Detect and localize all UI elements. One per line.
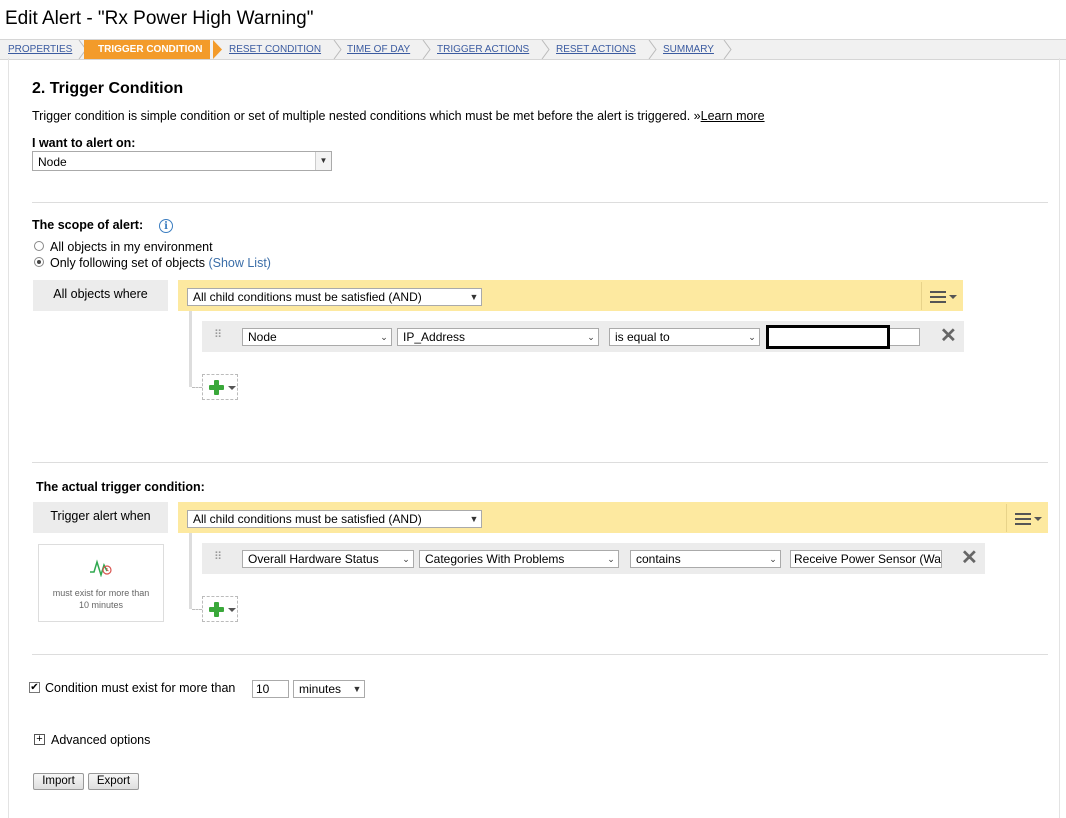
alert-on-select[interactable]: Node ▼ — [32, 151, 332, 171]
tree-branch — [192, 609, 202, 610]
duration-value-text: 10 — [256, 682, 270, 696]
trigger-operator-select[interactable]: contains ⌄ — [630, 550, 781, 568]
chevron-down-icon: ⌄ — [604, 551, 618, 567]
trigger-card-text: must exist for more than 10 minutes — [52, 588, 150, 610]
step-separator-icon — [333, 40, 342, 59]
alert-on-value: Node — [38, 155, 67, 169]
step-trigger-condition[interactable]: TRIGGER CONDITION — [84, 40, 211, 59]
scope-field-value: IP_Address — [403, 330, 466, 344]
chevron-down-icon — [228, 386, 236, 390]
step-reset-condition[interactable]: RESET CONDITION — [229, 40, 321, 59]
chevron-down-icon: ⌄ — [584, 329, 598, 345]
tree-branch — [192, 387, 202, 388]
trigger-entity-value: Overall Hardware Status — [248, 552, 379, 566]
chevron-down-icon: ▼ — [315, 152, 331, 170]
trigger-field-value: Categories With Problems — [425, 552, 565, 566]
close-icon[interactable]: ✕ — [961, 548, 978, 568]
menu-icon — [1015, 513, 1031, 528]
content-frame — [8, 58, 1060, 818]
close-icon[interactable]: ✕ — [940, 326, 957, 346]
chevron-down-icon — [228, 608, 236, 612]
drag-handle-icon[interactable]: ⠿ — [214, 330, 222, 341]
duration-label: Condition must exist for more than — [45, 681, 236, 695]
radio-all-objects-label: All objects in my environment — [50, 240, 213, 254]
step-separator-icon — [422, 40, 431, 59]
plus-icon — [209, 602, 224, 617]
scope-operator-value: is equal to — [615, 330, 670, 344]
divider — [32, 462, 1048, 463]
chevron-down-icon: ▼ — [467, 511, 481, 527]
trigger-group-menu-button[interactable] — [1006, 504, 1047, 532]
scope-operator-select[interactable]: is equal to ⌄ — [609, 328, 760, 346]
scope-field-select[interactable]: IP_Address ⌄ — [397, 328, 599, 346]
import-button[interactable]: Import — [33, 773, 84, 790]
plus-icon — [209, 380, 224, 395]
add-trigger-condition-button[interactable] — [202, 596, 238, 622]
trigger-summary-card: must exist for more than 10 minutes — [38, 544, 164, 622]
menu-icon — [930, 291, 946, 306]
scope-group-condition-select[interactable]: All child conditions must be satisfied (… — [187, 288, 482, 306]
duration-unit-select[interactable]: minutes ▼ — [293, 680, 365, 698]
chevron-down-icon: ▼ — [467, 289, 481, 305]
scope-group-menu-button[interactable] — [921, 282, 962, 310]
show-list-link[interactable]: (Show List) — [208, 256, 271, 270]
radio-following-set-text: Only following set of objects — [50, 256, 205, 270]
duration-value-input[interactable]: 10 — [252, 680, 289, 698]
alert-on-label: I want to alert on: — [32, 136, 136, 150]
chevron-down-icon: ⌄ — [745, 329, 759, 345]
scope-entity-select[interactable]: Node ⌄ — [242, 328, 392, 346]
tree-line — [189, 533, 192, 609]
wizard-steps: PROPERTIES TRIGGER CONDITION RESET CONDI… — [0, 39, 1066, 60]
description-text: Trigger condition is simple condition or… — [32, 109, 701, 123]
trigger-group-label: Trigger alert when — [33, 502, 168, 533]
trigger-field-select[interactable]: Categories With Problems ⌄ — [419, 550, 619, 568]
scope-entity-value: Node — [248, 330, 277, 344]
step-separator-icon — [648, 40, 657, 59]
radio-following-set[interactable] — [34, 257, 44, 267]
scope-group-label: All objects where — [33, 280, 168, 311]
scope-label: The scope of alert: — [32, 218, 144, 232]
info-icon[interactable]: i — [159, 219, 173, 233]
chevron-down-icon: ▼ — [350, 681, 364, 697]
trigger-entity-select[interactable]: Overall Hardware Status ⌄ — [242, 550, 414, 568]
learn-more-link[interactable]: Learn more — [701, 109, 765, 123]
step-time-of-day[interactable]: TIME OF DAY — [347, 40, 410, 59]
step-properties[interactable]: PROPERTIES — [8, 40, 72, 59]
chevron-down-icon — [1034, 517, 1042, 521]
section-title: 2. Trigger Condition — [32, 80, 184, 97]
section-description: Trigger condition is simple condition or… — [32, 109, 765, 123]
add-condition-button[interactable] — [202, 374, 238, 400]
scope-group-condition-value: All child conditions must be satisfied (… — [193, 290, 422, 304]
step-reset-actions[interactable]: RESET ACTIONS — [556, 40, 636, 59]
step-separator-icon — [723, 40, 732, 59]
drag-handle-icon[interactable]: ⠿ — [214, 552, 222, 563]
chevron-down-icon — [949, 295, 957, 299]
trigger-label: The actual trigger condition: — [36, 480, 205, 494]
page-title: Edit Alert - "Rx Power High Warning" — [5, 8, 314, 29]
trigger-group-condition-value: All child conditions must be satisfied (… — [193, 512, 422, 526]
trigger-value-text: Receive Power Sensor (Wa — [794, 552, 941, 566]
chevron-down-icon: ⌄ — [377, 329, 391, 345]
radio-all-objects[interactable] — [34, 241, 44, 251]
duration-checkbox[interactable]: ✔ — [29, 682, 40, 693]
chevron-down-icon: ⌄ — [399, 551, 413, 567]
chevron-down-icon: ⌄ — [766, 551, 780, 567]
tree-line — [189, 311, 192, 387]
export-button[interactable]: Export — [88, 773, 139, 790]
advanced-options-link[interactable]: Advanced options — [51, 733, 150, 747]
trigger-wave-icon — [90, 559, 112, 577]
trigger-group-condition-select[interactable]: All child conditions must be satisfied (… — [187, 510, 482, 528]
step-trigger-actions[interactable]: TRIGGER ACTIONS — [437, 40, 529, 59]
divider — [32, 654, 1048, 655]
step-separator-icon — [541, 40, 550, 59]
step-active-arrow-icon — [213, 40, 222, 59]
duration-unit-value: minutes — [299, 682, 342, 696]
trigger-operator-value: contains — [636, 552, 681, 566]
divider — [32, 202, 1048, 203]
radio-following-set-label: Only following set of objects (Show List… — [50, 256, 271, 270]
trigger-value-input[interactable]: Receive Power Sensor (Wa — [790, 550, 942, 568]
expand-plus-icon[interactable]: + — [34, 734, 45, 745]
step-summary[interactable]: SUMMARY — [663, 40, 714, 59]
redaction-box — [766, 325, 890, 349]
